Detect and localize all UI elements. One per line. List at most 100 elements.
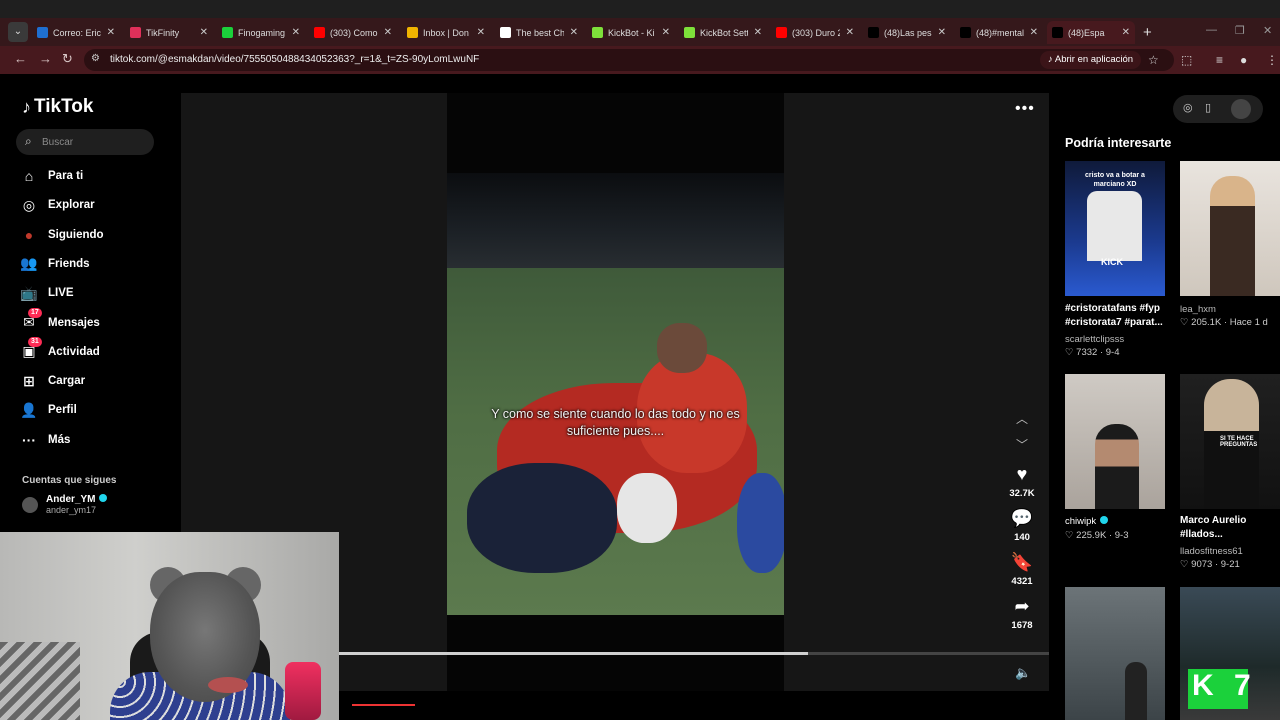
home-icon: ⌂ — [24, 168, 34, 184]
card-title[interactable]: #cristoratafans #fyp #cristorata7 #parat… — [1065, 302, 1175, 330]
tab-title: The best Ch — [516, 27, 564, 38]
browser-tab[interactable]: (303) Duro 2 ✕ — [771, 21, 859, 44]
browser-tab[interactable]: Finogaming ✕ — [217, 21, 305, 44]
url-text: tiktok.com/@esmakdan/video/7555050488434… — [110, 54, 480, 65]
tab-close-icon[interactable]: ✕ — [1024, 27, 1038, 38]
card-title[interactable]: Marco Aurelio #llados... — [1180, 514, 1275, 542]
nav-item-upload[interactable]: ⊞ Cargar — [20, 370, 85, 392]
card-user[interactable]: chiwipk — [1065, 516, 1109, 527]
reload-icon[interactable]: ↻ — [62, 51, 73, 67]
site-info-icon[interactable]: ⚙ — [91, 53, 100, 64]
browser-tab[interactable]: (48)Espa ✕ — [1047, 21, 1135, 44]
new-tab-button[interactable]: + — [1143, 24, 1152, 41]
browser-tab[interactable]: Correo: Erick ✕ — [32, 21, 120, 44]
tab-close-icon[interactable]: ✕ — [378, 27, 392, 38]
like-button[interactable]: ♥ 32.7K — [1002, 464, 1042, 499]
open-in-app-button[interactable]: ♪ Abrir en aplicación — [1040, 51, 1142, 69]
nav-item-messages[interactable]: ✉ 17 Mensajes — [20, 307, 100, 334]
browser-tab[interactable]: TikFinity ✕ — [125, 21, 213, 44]
share-count: 1678 — [1011, 620, 1033, 631]
nav-label: Siguiendo — [48, 228, 104, 241]
tiktok-icon — [960, 27, 971, 38]
browser-tab[interactable]: (48)Las pesa ✕ — [863, 21, 951, 44]
tab-close-icon[interactable]: ✕ — [194, 27, 208, 38]
comment-count: 140 — [1014, 532, 1030, 543]
verified-icon — [99, 494, 108, 502]
nav-item-activity[interactable]: ▣ 31 Actividad — [20, 336, 100, 363]
nav-item-home[interactable]: ⌂ Para ti — [20, 165, 83, 187]
search-input[interactable] — [42, 133, 147, 151]
more-options-icon[interactable]: ••• — [1015, 100, 1035, 118]
more-icon: ··· — [22, 431, 36, 448]
search-box[interactable]: ⌕ — [16, 129, 154, 155]
recommendation-thumbnail[interactable]: SI TE HACE PREGUNTAS — [1180, 374, 1280, 509]
tab-close-icon[interactable]: ✕ — [840, 27, 854, 38]
browser-tab[interactable]: (303) Como ✕ — [309, 21, 397, 44]
tab-close-icon[interactable]: ✕ — [932, 27, 946, 38]
tab-close-icon[interactable]: ✕ — [471, 27, 485, 38]
compass-icon: ◎ — [22, 196, 36, 213]
recommendation-thumbnail[interactable]: K 7 — [1180, 587, 1280, 720]
recommendation-thumbnail[interactable] — [1065, 374, 1165, 509]
video-frame[interactable]: Y como se siente cuando lo das todo y no… — [447, 93, 784, 691]
tab-title: Inbox | Don — [423, 27, 469, 38]
video-progress-bar[interactable] — [339, 652, 1049, 655]
coins-icon[interactable]: ◎ — [1183, 101, 1193, 114]
extensions-icon[interactable]: ⬚ — [1181, 53, 1192, 67]
account-handle: ander_ym17 — [46, 505, 97, 515]
close-window-icon[interactable]: ✕ — [1263, 24, 1272, 37]
friends-icon: 👥 — [20, 255, 38, 272]
volume-icon[interactable]: 🔈 — [1015, 665, 1031, 681]
activity-icon: ▣ 31 — [20, 336, 42, 361]
browser-tab[interactable]: KickBot - Ki ✕ — [587, 21, 675, 44]
tab-close-icon[interactable]: ✕ — [564, 27, 578, 38]
save-count: 4321 — [1011, 576, 1033, 587]
media-control-icon[interactable]: ≡ — [1216, 53, 1223, 67]
browser-menu-icon[interactable]: ⋮ — [1266, 53, 1278, 67]
recommendation-thumbnail[interactable] — [1065, 587, 1165, 720]
user-avatar[interactable] — [1231, 99, 1251, 119]
tab-close-icon[interactable]: ✕ — [101, 27, 115, 38]
recommendation-thumbnail[interactable]: cristo va a botar a marciano XD KICK — [1065, 161, 1165, 296]
comment-icon: 💬 — [1010, 508, 1034, 528]
tab-close-icon[interactable]: ✕ — [1116, 27, 1130, 38]
device-icon[interactable]: ▯ — [1205, 101, 1211, 114]
card-user[interactable]: lladosfitness61 — [1180, 546, 1243, 557]
tab-title: TikFinity — [146, 27, 180, 38]
browser-tab[interactable]: KickBot Setti ✕ — [679, 21, 767, 44]
forward-icon[interactable]: → — [39, 51, 52, 66]
tab-title: Correo: Erick — [53, 27, 101, 38]
nav-item-friends[interactable]: 👥 Friends — [20, 253, 89, 275]
url-bar[interactable]: ⚙ tiktok.com/@esmakdan/video/75550504884… — [84, 49, 1174, 71]
tab-close-icon[interactable]: ✕ — [286, 27, 300, 38]
tab-search-button[interactable]: ⌄ — [8, 22, 28, 42]
browser-tab[interactable]: The best Ch ✕ — [495, 21, 583, 44]
card-user[interactable]: scarlettclipsss — [1065, 334, 1124, 345]
nav-item-more[interactable]: ··· Más — [20, 429, 70, 451]
heart-outline-icon: ♡ — [1180, 317, 1189, 328]
following-account-item[interactable]: Ander_YM ander_ym17 — [22, 494, 108, 516]
share-button[interactable]: ➦ 1678 — [1002, 596, 1042, 631]
minimize-icon[interactable]: — — [1206, 24, 1217, 36]
nav-item-profile[interactable]: 👤 Perfil — [20, 399, 76, 421]
next-video-icon[interactable]: ﹀ — [1016, 436, 1028, 453]
bookmark-star-icon[interactable]: ☆ — [1148, 53, 1159, 67]
nav-item-following-avatar[interactable]: ● Siguiendo — [20, 224, 104, 246]
tab-close-icon[interactable]: ✕ — [748, 27, 762, 38]
browser-tab[interactable]: Inbox | Don ✕ — [402, 21, 490, 44]
tiktok-logo[interactable]: ♪ TikTok — [22, 96, 93, 118]
save-button[interactable]: 🔖 4321 — [1002, 552, 1042, 587]
comment-button[interactable]: 💬 140 — [1002, 508, 1042, 543]
card-user[interactable]: lea_hxm — [1180, 304, 1216, 315]
stadium-stands — [447, 173, 784, 273]
back-icon[interactable]: ← — [14, 51, 27, 66]
previous-video-icon[interactable]: ︿ — [1016, 410, 1028, 427]
browser-tab[interactable]: (48)#mental ✕ — [955, 21, 1043, 44]
nav-item-live[interactable]: 📺 LIVE — [20, 282, 73, 304]
tab-close-icon[interactable]: ✕ — [656, 27, 670, 38]
recommendation-thumbnail[interactable] — [1180, 161, 1280, 296]
profile-avatar-icon[interactable]: ● — [1240, 53, 1247, 67]
restore-icon[interactable]: ❐ — [1235, 24, 1245, 37]
progress-fill — [339, 652, 808, 655]
nav-item-compass[interactable]: ◎ Explorar — [20, 194, 95, 216]
